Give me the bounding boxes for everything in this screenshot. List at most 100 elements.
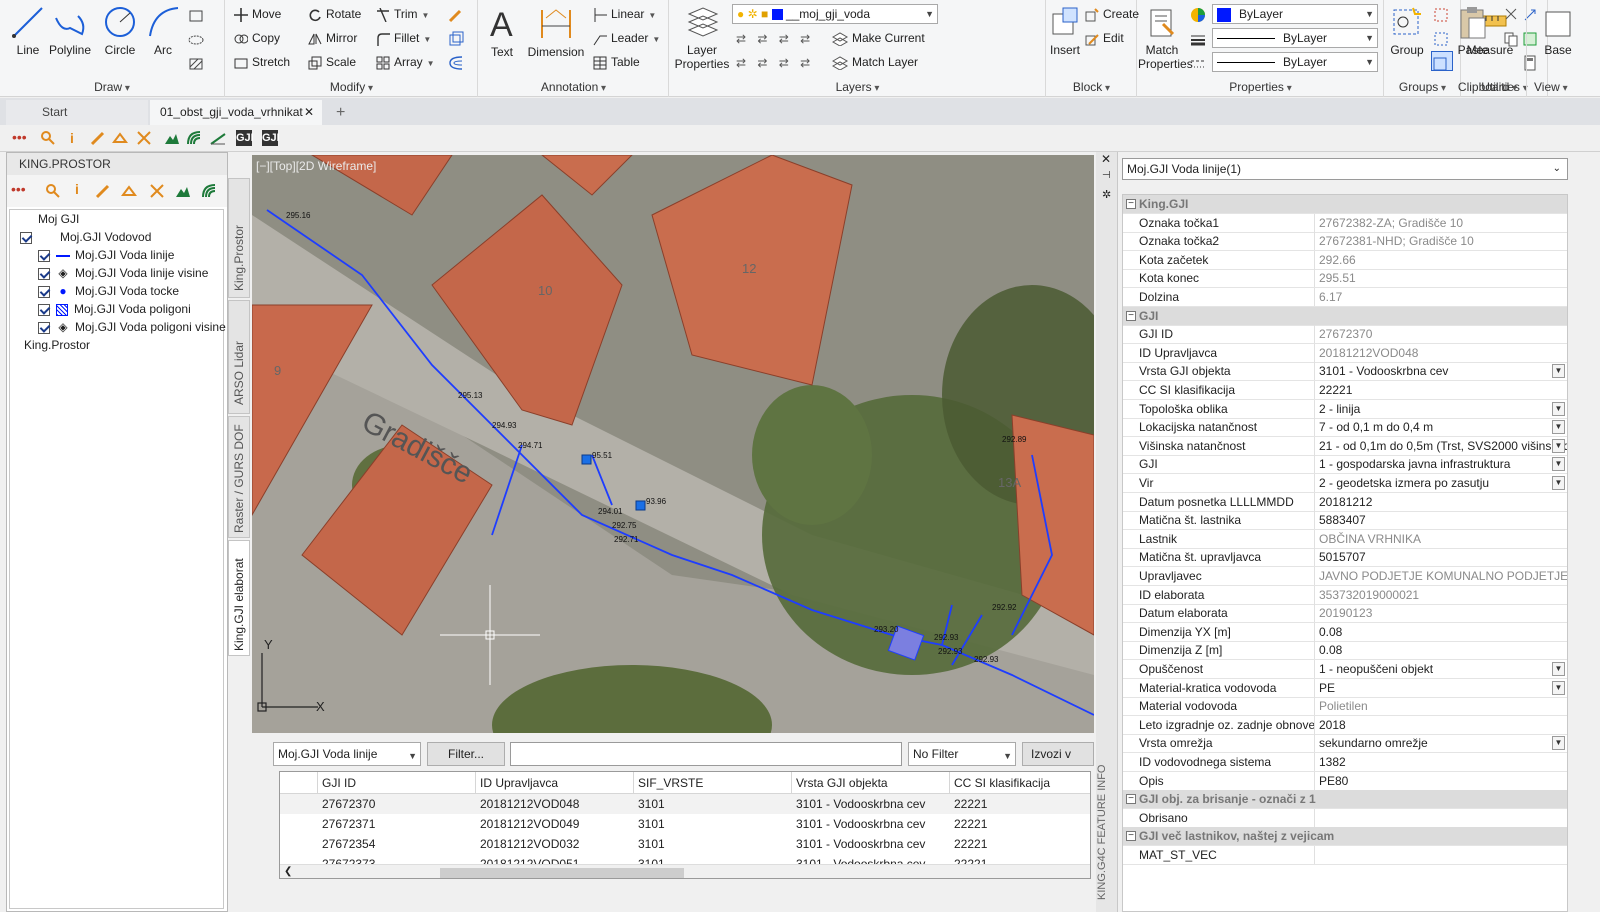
layer-properties-button[interactable]: Layer Properties (672, 4, 732, 71)
property-category[interactable]: − GJI (1123, 306, 1567, 326)
property-value[interactable]: 5015707 (1319, 548, 1567, 566)
property-value[interactable]: 2 - linija (1319, 400, 1567, 418)
tree-item-moj-gji[interactable]: Moj GJI (38, 210, 79, 228)
fillet-button[interactable]: Fillet ▼ (376, 27, 431, 49)
polyline-button[interactable]: Polyline (48, 4, 92, 57)
feature-selector[interactable]: Moj.GJI Voda linije(1) ⌄ (1122, 158, 1568, 180)
match-layer-button[interactable]: Match Layer (831, 51, 918, 73)
copy-clip-button[interactable] (1503, 27, 1523, 49)
collapse-icon[interactable]: − (1126, 794, 1136, 805)
property-value[interactable]: 22221 (1319, 381, 1567, 399)
close-icon[interactable]: ✕ (1101, 152, 1111, 166)
tree-item-voda-poligoni-visine[interactable]: ◈ Moj.GJI Voda poligoni visine (38, 318, 226, 336)
block-panel-title[interactable]: Block (1047, 80, 1136, 94)
tree-item-vodovod[interactable]: Moj.GJI Vodovod (20, 228, 151, 246)
info-icon[interactable]: i (64, 130, 80, 146)
tree-item-king-prostor[interactable]: King.Prostor (24, 336, 90, 354)
property-row[interactable]: CC SI klasifikacija 22221 (1123, 381, 1567, 400)
cut-lines-icon[interactable] (136, 130, 152, 146)
property-value[interactable]: 3101 - Vodooskrbna cev (1319, 362, 1567, 380)
group-button[interactable]: Group (1387, 4, 1427, 57)
property-value[interactable]: 1 - gospodarska javna infrastruktura (1319, 455, 1567, 473)
checkbox[interactable] (38, 303, 50, 316)
chevron-down-icon[interactable]: ▼ (1552, 457, 1565, 472)
insert-button[interactable]: Insert (1047, 4, 1083, 57)
property-value[interactable]: PE80 (1319, 772, 1567, 790)
selected-grip-1[interactable] (581, 454, 592, 465)
drawing-viewport[interactable]: [−][Top][2D Wireframe] Gradišče 10 12 9 … (252, 155, 1094, 733)
property-value[interactable]: 21 - od 0,1m do 0,5m (Trst, SVS2000 viši… (1319, 437, 1567, 455)
property-row[interactable]: Oznaka točka1 27672382-ZA; Gradišče 10 (1123, 213, 1567, 233)
table-row[interactable]: 27672371 20181212VOD049 3101 3101 - Vodoosk… (280, 814, 1090, 834)
property-row[interactable]: Dimenzija Z [m] 0.08 (1123, 641, 1567, 661)
table-row[interactable]: 27672370 20181212VOD048 3101 3101 - Vodoosk… (280, 794, 1090, 814)
linetype-combo[interactable]: ByLayer ▼ (1212, 28, 1378, 48)
pencil-icon[interactable] (95, 183, 111, 199)
move-button[interactable]: Move (234, 3, 281, 25)
selected-grip-2[interactable] (635, 500, 646, 511)
tab-start[interactable]: Start (6, 100, 148, 125)
viewport-label[interactable]: [−][Top][2D Wireframe] (256, 159, 376, 173)
tab-document[interactable]: 01_obst_gji_voda_vrhnikat ✕ (150, 100, 322, 125)
property-row[interactable]: Obrisano (1123, 808, 1567, 828)
annotation-panel-title[interactable]: Annotation (479, 80, 668, 94)
cut-button[interactable] (1503, 3, 1523, 25)
property-row[interactable]: Oznaka točka2 27672381-NHD; Gradišče 10 (1123, 232, 1567, 252)
property-value[interactable]: 1 - neopuščeni objekt (1319, 660, 1567, 678)
property-row[interactable]: GJI ID 27672370 (1123, 325, 1567, 345)
search-icon[interactable] (40, 130, 56, 146)
property-value[interactable]: 2018 (1319, 716, 1567, 734)
property-row[interactable]: GJI 1 - gospodarska javna infrastruktura ▼ (1123, 455, 1567, 475)
match-properties-button[interactable]: Match Properties (1138, 4, 1193, 71)
chevron-down-icon[interactable]: ▼ (1552, 420, 1565, 435)
chevron-left-icon[interactable]: ❮ (284, 866, 292, 877)
column-header[interactable]: ID Upravljavca (476, 772, 634, 794)
erase-button[interactable] (448, 3, 468, 25)
export-button[interactable]: Izvozi v (1022, 742, 1094, 766)
property-row[interactable]: Upravljavec JAVNO PODJETJE KOMUNALNO PODJ… (1123, 567, 1567, 586)
property-row[interactable]: Matična št. upravljavca 5015707 (1123, 548, 1567, 568)
arc-button[interactable]: Arc (146, 4, 180, 57)
properties-panel-title[interactable]: Properties (1138, 80, 1383, 94)
tree-item-voda-linije[interactable]: Moj.GJI Voda linije (38, 246, 174, 264)
pin-icon[interactable]: ⊣ (1102, 170, 1111, 181)
property-value[interactable]: sekundarno omrežje (1319, 734, 1567, 752)
array-button[interactable]: Array ▼ (376, 51, 435, 73)
checkbox[interactable] (38, 285, 50, 298)
linear-button[interactable]: Linear ▼ (593, 3, 656, 25)
property-value[interactable]: 0.08 (1319, 641, 1567, 659)
property-value[interactable]: 20181212 (1319, 493, 1567, 511)
checkbox[interactable] (38, 267, 50, 280)
dimension-button[interactable]: Dimension (523, 4, 589, 59)
property-value[interactable] (1319, 809, 1567, 827)
copy-button[interactable]: Copy (234, 27, 280, 49)
property-row[interactable]: ID vodovodnega sistema 1382 (1123, 753, 1567, 772)
property-row[interactable]: Vrsta omrežja sekundarno omrežje ▼ (1123, 734, 1567, 754)
filter-input[interactable] (510, 742, 902, 766)
tree-item-voda-tocke[interactable]: ● Moj.GJI Voda tocke (38, 282, 179, 300)
terrain-icon[interactable] (175, 183, 191, 199)
checkbox[interactable] (38, 249, 50, 262)
offset-button[interactable] (448, 51, 468, 73)
scroll-thumb[interactable] (440, 868, 684, 878)
chevron-down-icon[interactable]: ▼ (1552, 662, 1565, 676)
hatch-button[interactable] (188, 52, 208, 74)
gji-export-icon[interactable]: GJI (262, 130, 280, 146)
leader-button[interactable]: Leader ▼ (593, 27, 660, 49)
property-row[interactable]: Dolzina 6.17 (1123, 288, 1567, 307)
column-header[interactable]: Vrsta GJI objekta (792, 772, 950, 794)
layers-panel-title[interactable]: Layers (670, 80, 1045, 94)
property-category[interactable]: − GJI obj. za brisanje - označi z 1 (1123, 790, 1567, 810)
slope-icon[interactable] (210, 130, 226, 146)
property-row[interactable]: Datum elaborata 20190123 (1123, 604, 1567, 624)
table-button[interactable]: Table (593, 51, 640, 73)
search-icon[interactable] (45, 183, 61, 199)
vertical-scrollbar[interactable] (1572, 194, 1588, 912)
chevron-down-icon[interactable]: ▼ (1552, 364, 1565, 379)
property-value[interactable]: 2 - geodetska izmera po zasutju (1319, 474, 1567, 492)
base-button[interactable]: Base (1536, 4, 1580, 57)
property-row[interactable]: Kota začetek 292.66 (1123, 250, 1567, 270)
draw-panel-title[interactable]: Draw (0, 80, 224, 94)
line-button[interactable]: Line (8, 4, 48, 57)
property-value[interactable]: 0.08 (1319, 623, 1567, 641)
